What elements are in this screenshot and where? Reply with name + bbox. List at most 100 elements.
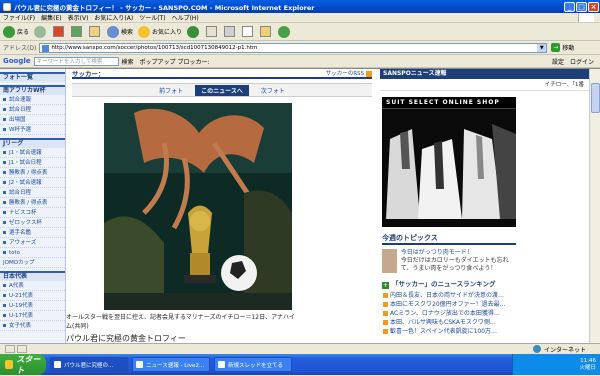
close-button[interactable]: × (588, 1, 599, 12)
clock-time[interactable]: 11:46 (580, 358, 596, 365)
google-settings[interactable]: 設定 (552, 57, 564, 66)
nav-item[interactable]: 勝敗表 / 得点表 (0, 168, 65, 178)
nav-item[interactable]: 勝敗表 / 得点表 (0, 198, 65, 208)
topic-description: 今日だけはカロリーもダイエットも忘れて、うまい肉をがっつり食べよう！ (400, 257, 509, 272)
ranking-item[interactable]: 内田＆長友、日本の両サイドが決意の渡… (382, 291, 516, 300)
ranking-item[interactable]: ACミラン、ロナウジ放出での本田獲得… (382, 309, 516, 318)
discuss-button[interactable] (260, 26, 273, 37)
windows-logo-icon (5, 360, 14, 369)
toolbar: 戻る 検索 お気に入り (0, 23, 600, 41)
ranking-item[interactable]: 本田、バルサ興味もCSKAモスクワ側… (382, 318, 516, 327)
nav-section-japan[interactable]: 日本代表 (0, 271, 65, 281)
news-photo[interactable] (104, 103, 292, 310)
google-login[interactable]: ログイン (570, 57, 594, 66)
nav-item[interactable]: W杯予選 (0, 125, 65, 135)
photo-caption: オールスター戦を翌日に控え、記者会見するマリナーズのイチロー＝12日、アナハイム… (66, 314, 295, 330)
google-search-input[interactable]: キーワードを入力して検索 (33, 56, 119, 66)
favorites-button[interactable]: お気に入り (138, 25, 182, 38)
back-label: 戻る (17, 29, 30, 36)
refresh-button[interactable] (71, 26, 84, 37)
nav-item[interactable]: J2・試合速報 (0, 178, 65, 188)
menu-bar: ファイル(F) 編集(E) 表示(V) お気に入り(A) ツール(T) ヘルプ(… (0, 13, 600, 23)
page-viewport: フォト一覧 南アフリカW杯 試合速報 試合日程 出場国 W杯予選 Jリーグ J1… (0, 68, 600, 344)
left-navigation: フォト一覧 南アフリカW杯 試合速報 試合日程 出場国 W杯予選 Jリーグ J1… (0, 69, 66, 344)
star-icon (138, 25, 151, 38)
task-thread-window[interactable]: 新規スレッドを立てる (214, 357, 292, 372)
nav-item[interactable]: J1・試合速報 (0, 148, 65, 158)
ranking-item[interactable]: 歓喜一色！スペイン代表凱旋に100万… (382, 327, 516, 336)
ranking-header: + 「サッカー」のニュースランキング (382, 279, 516, 291)
ie-icon (218, 361, 225, 368)
ie-icon (3, 2, 11, 11)
nav-item[interactable]: ゼロックス杯 (0, 218, 65, 228)
stop-button[interactable] (53, 26, 66, 37)
chevron-down-icon[interactable]: ▼ (537, 43, 547, 52)
status-bar: インターネット (0, 343, 600, 354)
print-button[interactable] (224, 26, 237, 37)
ranking-title: 「サッカー」のニュースランキング (392, 280, 496, 288)
menu-view[interactable]: 表示(V) (68, 13, 89, 22)
menu-favorites[interactable]: お気に入り(A) (94, 13, 133, 22)
nav-item[interactable]: 女子代表 (0, 321, 65, 331)
system-tray: 11:46 火曜日 (512, 354, 600, 375)
folder-icon (260, 26, 272, 37)
nav-item[interactable]: A代表 (0, 281, 65, 291)
nav-item[interactable]: 選手名鑑 (0, 228, 65, 238)
nav-item[interactable]: 試合日程 (0, 105, 65, 115)
search-button[interactable]: 検索 (107, 25, 133, 38)
to-news-link[interactable]: このニュースへ (195, 84, 249, 96)
nav-item[interactable]: U-17代表 (0, 311, 65, 321)
popup-blocker[interactable]: ポップアップ ブロッカー: (140, 57, 210, 66)
vertical-scrollbar[interactable] (589, 69, 600, 344)
nav-item[interactable]: アウォーズ (0, 238, 65, 248)
history-button[interactable] (187, 25, 201, 38)
nav-item[interactable]: toto (0, 248, 65, 258)
nav-item-jomo[interactable]: JOMOカップ (0, 258, 65, 268)
expand-icon[interactable]: + (382, 281, 389, 289)
address-input[interactable]: http://www.sanspo.com/soccer/photos/1007… (39, 42, 548, 53)
menu-file[interactable]: ファイル(F) (3, 13, 35, 22)
nav-photo-list[interactable]: フォト一覧 (0, 72, 65, 82)
nav-item[interactable]: U-19代表 (0, 301, 65, 311)
nav-section-worldcup[interactable]: 南アフリカW杯 (0, 85, 65, 95)
menu-tools[interactable]: ツール(T) (139, 13, 165, 22)
refresh-icon (71, 26, 83, 37)
nav-section-jleague[interactable]: Jリーグ (0, 138, 65, 148)
page-title: サッカー： (72, 70, 105, 78)
nav-item[interactable]: U-21代表 (0, 291, 65, 301)
next-photo-link[interactable]: 次フォト (255, 85, 291, 96)
task-ie-window[interactable]: パウル君に究極の… (50, 357, 128, 372)
ranking-item[interactable]: 本田にモスクワ20億円オファー！過去最… (382, 300, 516, 309)
google-search-button[interactable]: 検索 (122, 57, 134, 66)
start-button[interactable]: スタート (0, 354, 46, 375)
topic-headline[interactable]: 今日はがっつり肉モード！ (401, 249, 516, 257)
home-button[interactable] (89, 26, 102, 37)
print-icon (224, 26, 236, 37)
edit-button[interactable] (242, 26, 255, 37)
news-flash-ticker[interactable]: イチロー、「1番 (380, 79, 600, 91)
suit-ad-banner[interactable]: SUIT SELECT ONLINE SHOP (382, 97, 516, 227)
maximize-button[interactable]: □ (576, 1, 587, 12)
rss-link[interactable]: サッカーのRSS (326, 69, 372, 77)
messenger-button[interactable] (278, 25, 292, 38)
menu-help[interactable]: ヘルプ(H) (172, 13, 199, 22)
back-arrow-icon (3, 25, 15, 38)
nav-item[interactable]: 試合速報 (0, 95, 65, 105)
nav-item[interactable]: J1・試合日程 (0, 158, 65, 168)
prev-photo-link[interactable]: 前フォト (153, 85, 189, 96)
topic-item[interactable]: 今日はがっつり肉モード！ 今日だけはカロリーもダイエットも忘れて、うまい肉をがっ… (382, 249, 516, 273)
nav-item[interactable]: 出場国 (0, 115, 65, 125)
stop-icon (53, 26, 65, 37)
task-label: 新規スレッドを立てる (228, 362, 284, 369)
minimize-button[interactable]: _ (564, 1, 575, 12)
menu-edit[interactable]: 編集(E) (41, 13, 61, 22)
zone-label: インターネット (543, 346, 586, 354)
mail-button[interactable] (206, 26, 219, 37)
forward-button[interactable] (34, 25, 48, 38)
task-news-window[interactable]: ニュース速報 - Live2… (132, 357, 210, 372)
nav-item[interactable]: 試合日程 (0, 188, 65, 198)
back-button[interactable]: 戻る (3, 25, 30, 38)
go-button[interactable]: → 移動 (551, 43, 574, 52)
scrollbar-thumb[interactable] (591, 83, 600, 113)
nav-item[interactable]: ナビスコ杯 (0, 208, 65, 218)
